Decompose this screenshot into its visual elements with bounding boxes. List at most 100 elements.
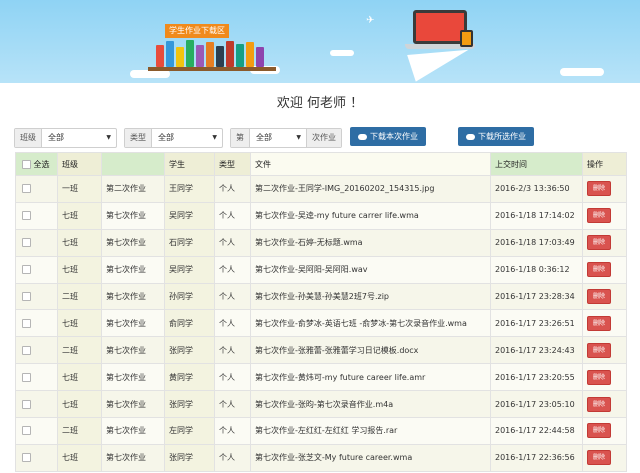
delete-button[interactable]: 删除 bbox=[587, 369, 611, 385]
student-cell: 吴同学 bbox=[164, 255, 215, 284]
cloud-download-icon bbox=[466, 133, 475, 140]
download-selected-label: 下载所选作业 bbox=[478, 132, 526, 141]
row-select-cell[interactable] bbox=[15, 201, 58, 230]
action-cell: 删除 bbox=[582, 417, 627, 445]
delete-button[interactable]: 删除 bbox=[587, 262, 611, 278]
book-decoration bbox=[176, 47, 184, 67]
select-all-checkbox[interactable] bbox=[22, 159, 31, 169]
delete-button[interactable]: 删除 bbox=[587, 289, 611, 304]
small-plane-icon: ✈ bbox=[366, 15, 375, 26]
file-cell[interactable]: 第七次作业-俞梦冰-英语七班 -俞梦冰-第七次录音作业.wma bbox=[250, 309, 491, 338]
table-header-row: 全选 班级 学生 类型 文件 上交时间 操作 bbox=[15, 152, 627, 176]
book-decoration bbox=[226, 41, 234, 67]
action-cell: 删除 bbox=[582, 443, 627, 472]
file-cell[interactable]: 第七次作业-石婷-无标题.wma bbox=[250, 228, 491, 257]
book-decoration bbox=[196, 45, 204, 67]
class-cell: 七班 bbox=[57, 363, 102, 392]
book-decoration bbox=[246, 42, 254, 67]
row-checkbox[interactable] bbox=[22, 318, 31, 328]
upload-time-cell: 2016-1/17 22:44:58 bbox=[490, 417, 583, 445]
class-cell: 二班 bbox=[57, 282, 102, 311]
delete-button[interactable]: 删除 bbox=[587, 235, 611, 251]
row-checkbox[interactable] bbox=[22, 184, 31, 194]
file-cell[interactable]: 第七次作业-张芝文-My future career.wma bbox=[250, 443, 491, 472]
file-header[interactable]: 文件 bbox=[250, 152, 491, 176]
class-cell: 七班 bbox=[57, 390, 102, 419]
delete-button[interactable]: 删除 bbox=[587, 450, 611, 466]
row-select-cell[interactable] bbox=[15, 390, 58, 419]
row-select-cell[interactable] bbox=[15, 309, 58, 338]
assignment-header[interactable] bbox=[101, 152, 165, 176]
row-checkbox[interactable] bbox=[22, 372, 31, 382]
action-cell: 删除 bbox=[582, 390, 627, 419]
type-header[interactable]: 类型 bbox=[214, 152, 251, 176]
assignment-filter[interactable]: 第 全部 ▼ 次作业 bbox=[230, 128, 342, 148]
student-header[interactable]: 学生 bbox=[164, 152, 215, 176]
file-cell[interactable]: 第七次作业-张昀-第七次录音作业.m4a bbox=[250, 390, 491, 419]
assignment-select[interactable]: 全部 ▼ bbox=[250, 129, 306, 147]
row-checkbox[interactable] bbox=[22, 426, 31, 436]
file-cell[interactable]: 第七次作业-吴逵-my future carrer life.wma bbox=[250, 201, 491, 230]
table-row: 七班 第七次作业 吴同学 个人 第七次作业-吴阿阳-吴阿阳.wav 2016-1/18 0… bbox=[15, 255, 627, 284]
row-checkbox[interactable] bbox=[22, 345, 31, 355]
assignment-cell: 第七次作业 bbox=[101, 309, 165, 338]
upload-time-cell: 2016-1/17 23:26:51 bbox=[490, 309, 583, 338]
row-select-cell[interactable] bbox=[15, 417, 58, 445]
student-cell: 张同学 bbox=[164, 390, 215, 419]
class-select[interactable]: 全部 ▼ bbox=[42, 129, 116, 147]
row-select-cell[interactable] bbox=[15, 363, 58, 392]
student-cell: 孙同学 bbox=[164, 282, 215, 311]
table-row: 七班 第七次作业 石同学 个人 第七次作业-石婷-无标题.wma 2016-1/18 17… bbox=[15, 228, 627, 257]
upload-time-cell: 2016-1/18 17:14:02 bbox=[490, 201, 583, 230]
table-row: 七班 第七次作业 黄同学 个人 第七次作业-黄炜可-my future career l… bbox=[15, 363, 627, 392]
delete-button[interactable]: 删除 bbox=[587, 342, 611, 358]
bookshelf-decoration bbox=[148, 67, 276, 71]
book-decoration bbox=[236, 44, 244, 67]
row-checkbox[interactable] bbox=[22, 211, 31, 221]
class-filter[interactable]: 班级 全部 ▼ bbox=[14, 128, 117, 148]
action-header: 操作 bbox=[582, 152, 627, 176]
type-cell: 个人 bbox=[214, 363, 251, 392]
file-cell[interactable]: 第七次作业-黄炜可-my future career life.amr bbox=[250, 363, 491, 392]
row-select-cell[interactable] bbox=[15, 255, 58, 284]
delete-button[interactable]: 删除 bbox=[587, 315, 611, 331]
type-filter[interactable]: 类型 全部 ▼ bbox=[124, 128, 223, 148]
type-cell: 个人 bbox=[214, 390, 251, 419]
delete-button[interactable]: 删除 bbox=[587, 181, 611, 197]
row-checkbox[interactable] bbox=[22, 265, 31, 275]
file-cell[interactable]: 第七次作业-张雅蕾-张雅蕾学习日记模板.docx bbox=[250, 336, 491, 365]
row-select-cell[interactable] bbox=[15, 228, 58, 257]
download-current-button[interactable]: 下载本次作业 bbox=[350, 127, 426, 146]
class-cell: 七班 bbox=[57, 309, 102, 338]
upload-time-header[interactable]: 上交时间 bbox=[490, 152, 583, 176]
delete-button[interactable]: 删除 bbox=[587, 423, 611, 439]
class-cell: 七班 bbox=[57, 228, 102, 257]
delete-button[interactable]: 删除 bbox=[587, 396, 611, 412]
row-checkbox[interactable] bbox=[22, 238, 31, 248]
row-checkbox[interactable] bbox=[22, 453, 31, 463]
row-select-cell[interactable] bbox=[15, 443, 58, 472]
table-row: 一班 第二次作业 王同学 个人 第二次作业-王同学-IMG_20160202_15431… bbox=[15, 175, 627, 203]
action-cell: 删除 bbox=[582, 228, 627, 257]
row-checkbox[interactable] bbox=[22, 292, 31, 301]
download-selected-button[interactable]: 下载所选作业 bbox=[458, 127, 534, 146]
row-select-cell[interactable] bbox=[15, 175, 58, 203]
action-cell: 删除 bbox=[582, 201, 627, 230]
download-current-label: 下载本次作业 bbox=[370, 132, 418, 141]
class-cell: 二班 bbox=[57, 417, 102, 445]
class-header[interactable]: 班级 bbox=[57, 152, 102, 176]
type-cell: 个人 bbox=[214, 282, 251, 311]
upload-time-cell: 2016-1/18 17:03:49 bbox=[490, 228, 583, 257]
type-select[interactable]: 全部 ▼ bbox=[152, 129, 222, 147]
select-all-header[interactable]: 全选 bbox=[15, 152, 58, 176]
delete-button[interactable]: 删除 bbox=[587, 208, 611, 224]
action-cell: 删除 bbox=[582, 309, 627, 338]
file-cell[interactable]: 第七次作业-孙美慧-孙美慧2班7号.zip bbox=[250, 282, 491, 311]
row-select-cell[interactable] bbox=[15, 336, 58, 365]
upload-time-cell: 2016-1/18 0:36:12 bbox=[490, 255, 583, 284]
row-select-cell[interactable] bbox=[15, 282, 58, 311]
file-cell[interactable]: 第二次作业-王同学-IMG_20160202_154315.jpg bbox=[250, 175, 491, 203]
file-cell[interactable]: 第七次作业-左红红-左红红 学习报告.rar bbox=[250, 417, 491, 445]
row-checkbox[interactable] bbox=[22, 399, 31, 409]
file-cell[interactable]: 第七次作业-吴阿阳-吴阿阳.wav bbox=[250, 255, 491, 284]
